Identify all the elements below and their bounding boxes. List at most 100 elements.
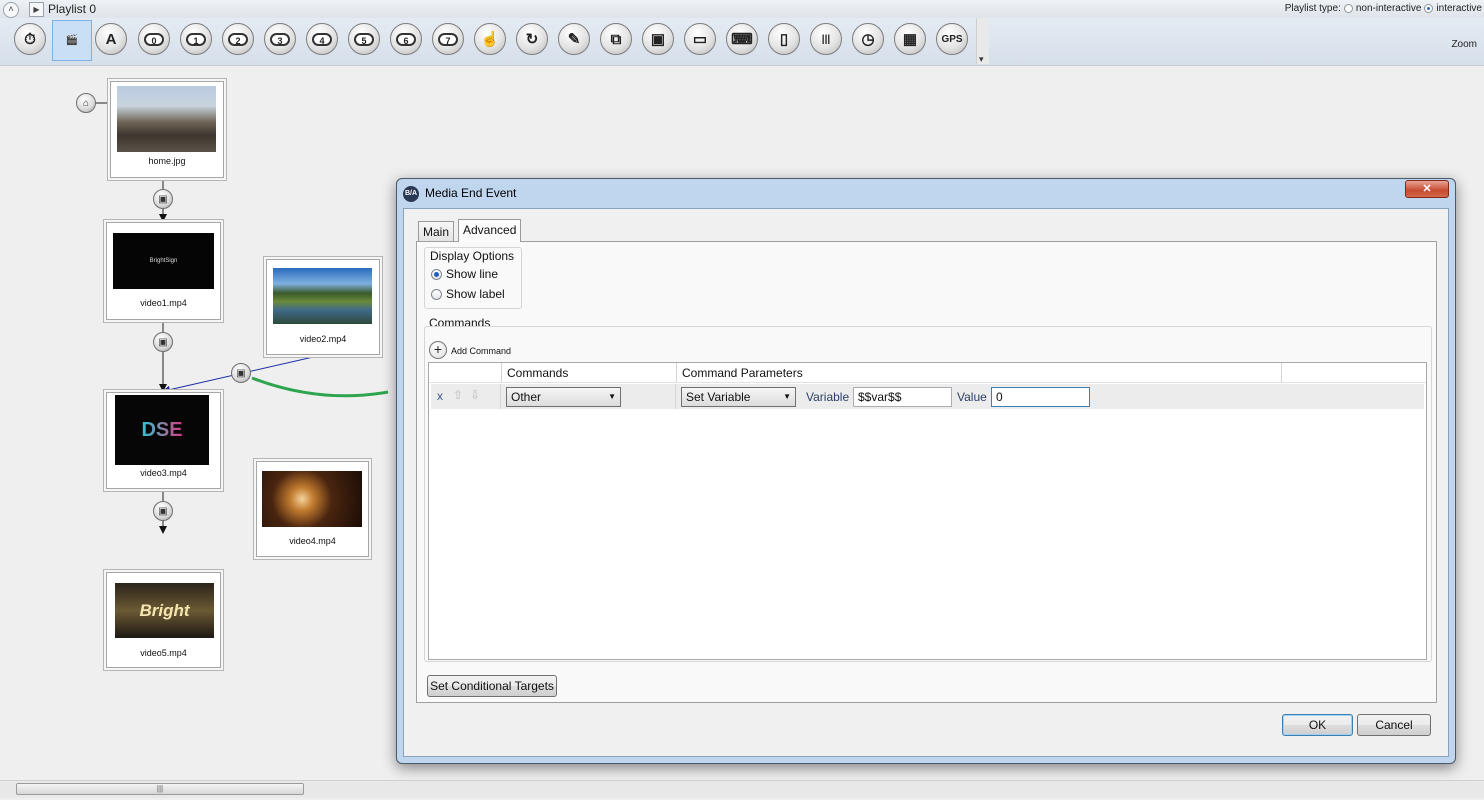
event-toolbar: ⏱🎬A01234567 ☝ ↻ ✎ ⧉ ▣ ▭ ⌨ ▯ ||| ◷ ▦ GPS Zoom <box>0 18 1484 66</box>
horizontal-scrollbar[interactable]: ||| <box>0 780 1484 798</box>
clapperboard-icon[interactable]: 🎬 <box>52 20 92 61</box>
playlist-header-bar: ˄ ▶ Playlist 0 Playlist type: non-intera… <box>0 0 1484 19</box>
button-7-icon[interactable]: 7 <box>432 23 464 55</box>
zone-icon[interactable]: ⧉ <box>600 23 632 55</box>
node-caption: video1.mp4 <box>140 298 187 308</box>
show-label-radio[interactable] <box>431 288 442 300</box>
dialog-body: Main Advanced Display Options Show line … <box>403 208 1449 757</box>
home-icon[interactable]: ⌂ <box>76 93 96 113</box>
show-label-option[interactable]: Show label <box>431 287 505 301</box>
show-line-option[interactable]: Show line <box>431 267 498 281</box>
media-node-video4[interactable]: video4.mp4 <box>256 461 369 557</box>
dialog-titlebar[interactable]: B/A Media End Event ✕ <box>397 179 1455 207</box>
gps-icon[interactable]: GPS <box>936 23 968 55</box>
playlist-title: Playlist 0 <box>48 2 97 16</box>
video1-thumb-logo: BrightSign <box>149 258 178 264</box>
ir-remote-icon[interactable]: ▭ <box>684 23 716 55</box>
timeclock-icon[interactable]: ◷ <box>852 23 884 55</box>
media-node-video3[interactable]: DSE video3.mp4 <box>106 392 221 489</box>
playlist-type-label: Playlist type: <box>1284 3 1341 14</box>
video1-thumbnail: BrightSign <box>113 233 214 289</box>
barcode-icon[interactable]: ||| <box>810 23 842 55</box>
tab-strip: Main Advanced <box>418 219 618 243</box>
zoom-label[interactable]: Zoom <box>1451 39 1477 50</box>
radio-interactive[interactable] <box>1424 4 1434 13</box>
display-options-title: Display Options <box>430 249 515 263</box>
command-type-select[interactable]: Other ▼ <box>506 387 621 407</box>
chevron-down-icon: ▼ <box>608 392 616 401</box>
touch-icon[interactable]: ☝ <box>474 23 506 55</box>
show-line-radio[interactable] <box>431 268 442 280</box>
tab-advanced[interactable]: Advanced <box>458 219 522 242</box>
media-node-video5[interactable]: Bright video5.mp4 <box>106 572 221 668</box>
media-node-video2[interactable]: video2.mp4 <box>266 259 380 355</box>
video5-thumbnail: Bright <box>115 583 214 638</box>
column-header-commands[interactable]: Commands <box>502 363 677 383</box>
button-1-icon[interactable]: 1 <box>180 23 212 55</box>
media-end-icon[interactable]: ▣ <box>642 23 674 55</box>
timer-icon[interactable]: ⏱ <box>14 23 46 55</box>
button-2-icon[interactable]: 2 <box>222 23 254 55</box>
node-caption: video2.mp4 <box>299 334 347 344</box>
delete-command-button[interactable]: x <box>437 389 443 403</box>
button-0-icon[interactable]: 0 <box>138 23 170 55</box>
app-logo-icon: B/A <box>403 186 419 202</box>
value-label: Value <box>957 390 987 404</box>
close-button[interactable]: ✕ <box>1405 180 1449 198</box>
button-6-icon[interactable]: 6 <box>390 23 422 55</box>
cancel-button[interactable]: Cancel <box>1357 714 1431 736</box>
variable-label: Variable <box>806 390 850 404</box>
commands-table: Commands Command Parameters x ⇧ ⇩ Other … <box>428 362 1427 660</box>
command-parameter-value: Set Variable <box>686 390 751 404</box>
media-node-home[interactable]: home.jpg <box>110 81 224 178</box>
button-5-icon[interactable]: 5 <box>348 23 380 55</box>
media-end-event-icon[interactable]: ▣ <box>153 332 173 352</box>
node-caption: video4.mp4 <box>289 536 336 546</box>
value-field[interactable]: 0 <box>991 387 1090 407</box>
radio-non-interactive[interactable] <box>1343 4 1353 13</box>
variable-field[interactable]: $$var$$ <box>853 387 952 407</box>
radio-non-interactive-label[interactable]: non-interactive <box>1356 3 1422 14</box>
column-header-blank <box>429 363 502 383</box>
add-command-label[interactable]: Add Command <box>451 346 511 356</box>
command-parameter-select[interactable]: Set Variable ▼ <box>681 387 796 407</box>
show-line-label[interactable]: Show line <box>446 267 498 281</box>
command-type-value: Other <box>511 390 542 404</box>
node-caption: home.jpg <box>148 156 186 166</box>
collapse-up-icon[interactable]: ˄ <box>3 2 19 18</box>
scrollbar-thumb[interactable]: ||| <box>16 783 304 795</box>
chevron-down-icon: ▼ <box>783 392 791 401</box>
move-up-icon[interactable]: ⇧ <box>453 388 463 402</box>
media-end-event-dialog: B/A Media End Event ✕ Main Advanced Disp… <box>396 178 1456 764</box>
node-caption: video3.mp4 <box>140 468 187 478</box>
video3-thumbnail: DSE <box>115 395 209 465</box>
button-3-icon[interactable]: 3 <box>264 23 296 55</box>
serial-cable-icon[interactable]: ✎ <box>558 23 590 55</box>
column-header-command-parameters[interactable]: Command Parameters <box>677 363 1282 383</box>
dialog-title: Media End Event <box>425 186 517 200</box>
calendar-icon[interactable]: ▦ <box>894 23 926 55</box>
ok-button[interactable]: OK <box>1282 714 1353 736</box>
radio-interactive-label[interactable]: interactive <box>1436 3 1482 14</box>
button-4-icon[interactable]: 4 <box>306 23 338 55</box>
keyboard-icon[interactable]: ⌨ <box>726 23 758 55</box>
add-command-icon[interactable]: + <box>429 341 447 359</box>
media-node-video1[interactable]: BrightSign video1.mp4 <box>106 222 221 320</box>
play-icon[interactable]: ▶ <box>29 2 44 17</box>
home-thumbnail <box>117 86 216 152</box>
media-end-event-icon[interactable]: ▣ <box>153 501 173 521</box>
video2-thumbnail <box>273 268 372 324</box>
media-end-event-icon[interactable]: ▣ <box>153 189 173 209</box>
tab-main[interactable]: Main <box>418 221 455 242</box>
display-options-group: Display Options Show line Show label <box>424 247 522 309</box>
refresh-icon[interactable]: ↻ <box>516 23 548 55</box>
playlist-type-selector: Playlist type: non-interactive interacti… <box>1285 3 1482 14</box>
remote-control-icon[interactable]: ▯ <box>768 23 800 55</box>
set-conditional-targets-button[interactable]: Set Conditional Targets <box>427 675 557 697</box>
toolbar-overflow-button[interactable] <box>976 18 989 65</box>
move-down-icon[interactable]: ⇩ <box>470 388 480 402</box>
media-end-event-icon[interactable]: ▣ <box>231 363 251 383</box>
show-label-label[interactable]: Show label <box>446 287 505 301</box>
advanced-tab-panel: Display Options Show line Show label Com… <box>416 241 1437 703</box>
text-image-icon[interactable]: A <box>95 23 127 55</box>
